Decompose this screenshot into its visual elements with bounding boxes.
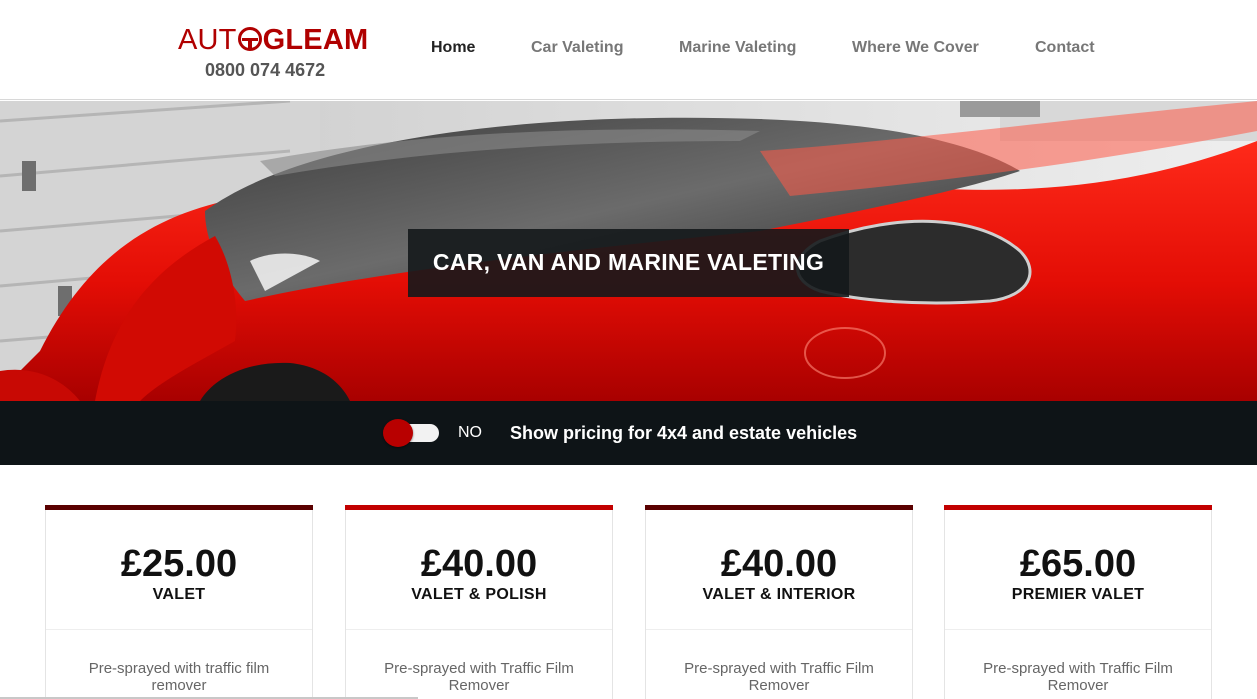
card-description: Pre-sprayed with traffic film remover (88, 660, 270, 694)
card-divider (945, 629, 1211, 630)
card-divider (646, 629, 912, 630)
card-description: Pre-sprayed with Traffic Film Remover (684, 660, 874, 694)
phone-number[interactable]: 0800 074 4672 (205, 60, 325, 81)
vehicle-size-toggle[interactable] (383, 419, 441, 447)
steering-wheel-icon (237, 27, 262, 51)
hero-banner: CAR, VAN AND MARINE VALETING (0, 101, 1257, 401)
card-price: £65.00 (1019, 543, 1137, 585)
card-description: Pre-sprayed with Traffic Film Remover (384, 660, 574, 694)
logo-wordmark: AUT GLEAM (178, 24, 368, 56)
logo-text-part2: GLEAM (262, 24, 369, 56)
card-price: £40.00 (420, 543, 538, 585)
hero-title: CAR, VAN AND MARINE VALETING (432, 249, 825, 275)
card-accent-bar (944, 505, 1212, 510)
nav-item-home[interactable]: Home (431, 39, 475, 57)
nav-item-marine-valeting[interactable]: Marine Valeting (679, 39, 796, 57)
pricing-card-valet-interior[interactable]: £40.00 VALET & INTERIOR Pre-sprayed with… (645, 505, 913, 699)
toggle-state-label: NO (458, 424, 482, 441)
card-accent-bar (645, 505, 913, 510)
card-accent-bar (345, 505, 613, 510)
logo-text-part1: AUT (178, 24, 237, 56)
pricing-toggle-bar: NO Show pricing for 4x4 and estate vehic… (0, 401, 1257, 465)
card-title: PREMIER VALET (1011, 586, 1145, 603)
card-title: VALET & POLISH (411, 586, 547, 603)
card-accent-bar (45, 505, 313, 510)
nav-item-where-we-cover[interactable]: Where We Cover (852, 39, 979, 57)
site-header: AUT GLEAM 0800 074 4672 Home Car Valeting… (0, 0, 1257, 100)
toggle-knob[interactable] (383, 419, 413, 447)
logo[interactable]: AUT GLEAM 0800 074 4672 (178, 22, 368, 82)
card-title: VALET & INTERIOR (702, 586, 856, 603)
toggle-description: Show pricing for 4x4 and estate vehicles (510, 423, 858, 443)
card-description: Pre-sprayed with Traffic Film Remover (983, 660, 1173, 694)
nav-item-contact[interactable]: Contact (1035, 39, 1095, 57)
nav-item-car-valeting[interactable]: Car Valeting (531, 39, 623, 57)
card-divider (346, 629, 612, 630)
card-divider (46, 629, 312, 630)
hero-title-box: CAR, VAN AND MARINE VALETING (408, 229, 849, 297)
pricing-card-valet-polish[interactable]: £40.00 VALET & POLISH Pre-sprayed with T… (345, 505, 613, 699)
pricing-card-premier-valet[interactable]: £65.00 PREMIER VALET Pre-sprayed with Tr… (944, 505, 1212, 699)
card-price: £25.00 (120, 543, 238, 585)
card-title: VALET (152, 586, 206, 603)
card-price: £40.00 (720, 543, 838, 585)
pricing-card-valet[interactable]: £25.00 VALET Pre-sprayed with traffic fi… (45, 505, 313, 699)
